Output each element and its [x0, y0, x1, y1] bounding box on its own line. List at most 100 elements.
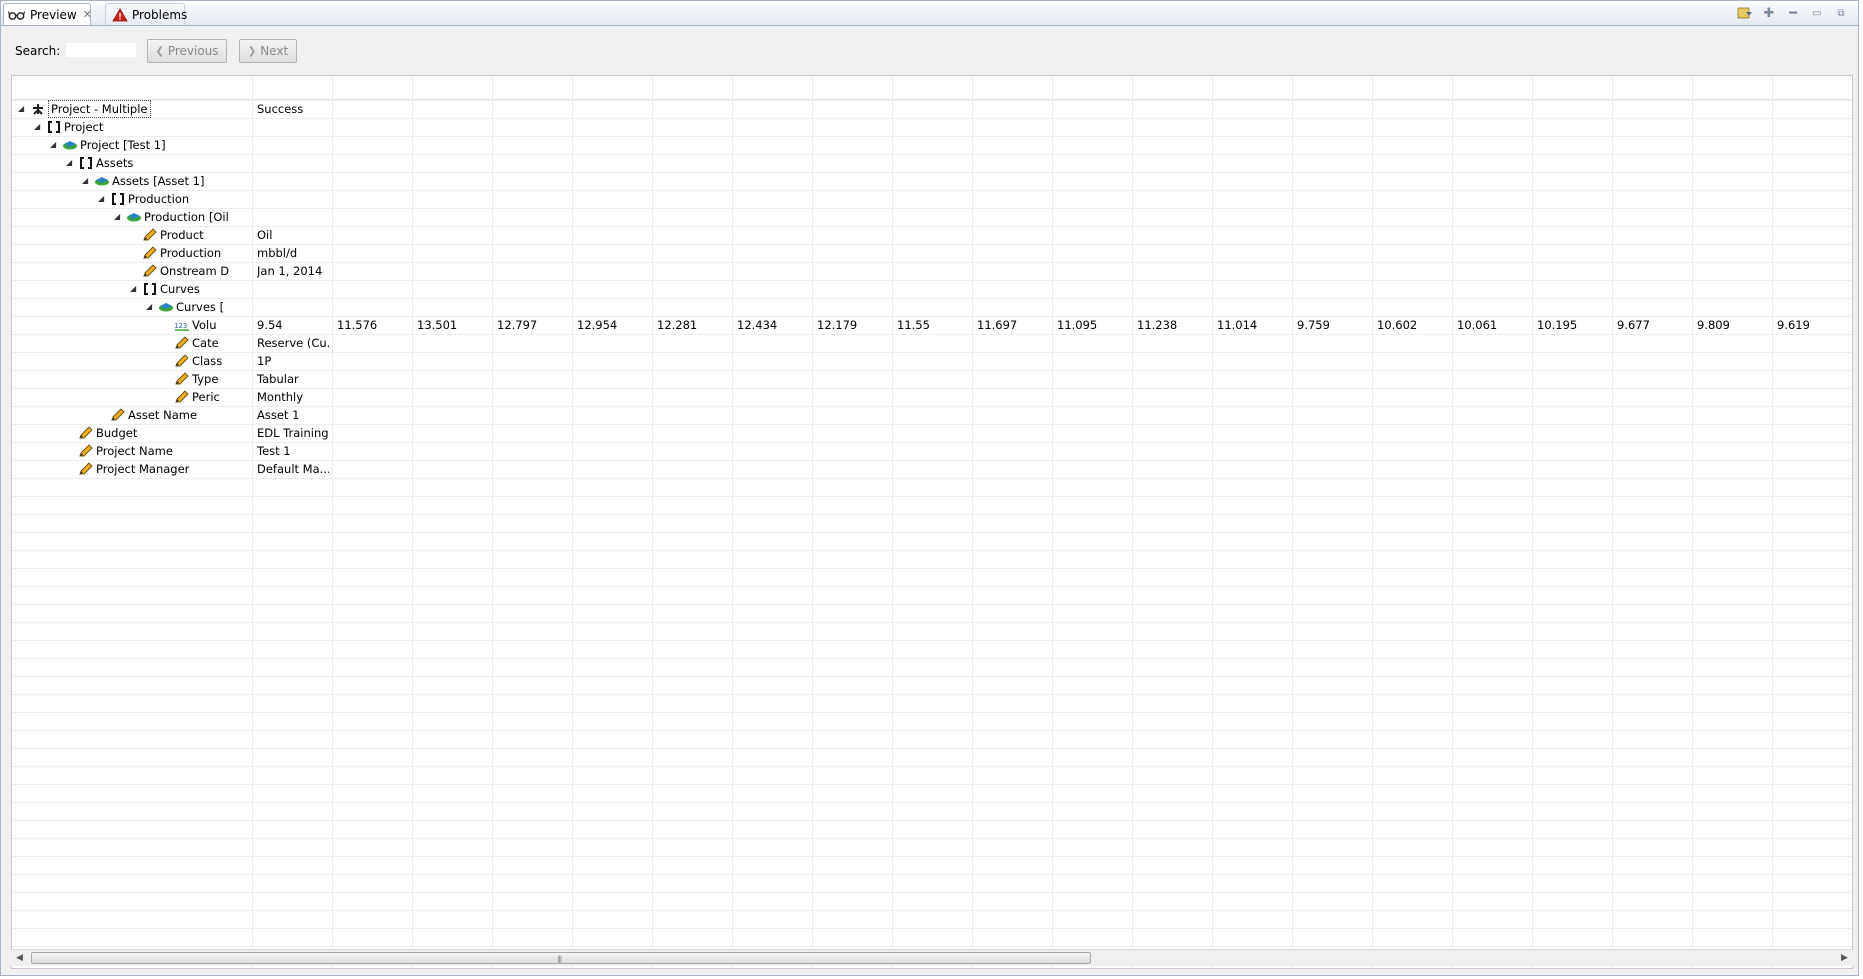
tree-node-label: Curves [	[176, 300, 225, 314]
scrollbar-thumb[interactable]: |||	[31, 952, 1091, 964]
row-divider	[12, 910, 1852, 911]
expand-toggle-icon[interactable]: ◢	[50, 136, 60, 154]
tree-node-label: Asset Name	[128, 408, 198, 422]
row-divider	[12, 496, 1852, 497]
view-menu-icon[interactable]	[1736, 5, 1754, 21]
value-cell	[257, 280, 329, 298]
tree-row[interactable]: Product Oil	[12, 226, 1852, 244]
bracket-icon	[142, 282, 158, 296]
tree-row[interactable]: ◢ Production [Oil	[12, 208, 1852, 226]
expand-toggle-icon[interactable]: ◢	[146, 298, 156, 316]
add-icon[interactable]: ✚	[1760, 5, 1778, 21]
pencil-icon	[174, 354, 190, 368]
tree-cell: ◢ Production [Oil	[12, 208, 251, 226]
tree-row[interactable]: ◢ Production	[12, 190, 1852, 208]
tree-row[interactable]: Class 1P	[12, 352, 1852, 370]
tree-node-label: Peric	[192, 390, 220, 404]
tree-cell: ◢ Curves [	[12, 298, 251, 316]
tree-cell: ◢ Project - Multiple	[12, 100, 251, 118]
expand-toggle-icon[interactable]: ◢	[130, 280, 140, 298]
expand-toggle-icon[interactable]: ◢	[114, 208, 124, 226]
volume-value-cell: 9.809	[1697, 318, 1730, 332]
tab-problems[interactable]: Problems	[105, 3, 187, 25]
row-divider	[12, 874, 1852, 875]
tree-row[interactable]: Project Manager Default Ma...	[12, 460, 1852, 478]
tree-row[interactable]: ◢ Curves	[12, 280, 1852, 298]
row-divider	[12, 604, 1852, 605]
close-icon[interactable]: ✕	[83, 8, 92, 21]
tree-row[interactable]: ◢ Project [Test 1]	[12, 136, 1852, 154]
expand-toggle-icon[interactable]: ◢	[34, 118, 44, 136]
scroll-left-icon[interactable]: ◀	[11, 950, 28, 966]
scroll-right-icon[interactable]: ▶	[1836, 950, 1853, 966]
pencil-icon	[174, 372, 190, 386]
row-divider	[12, 478, 1852, 479]
maximize-icon[interactable]: ⧉	[1832, 5, 1850, 21]
value-cell: 1P	[257, 354, 272, 368]
next-button[interactable]: ❯ Next	[239, 39, 297, 63]
volume-value-cell: 11.697	[977, 318, 1018, 332]
tree-row[interactable]: Onstream D Jan 1, 2014	[12, 262, 1852, 280]
tree-row[interactable]: Asset Name Asset 1	[12, 406, 1852, 424]
bracket-icon	[46, 120, 62, 134]
value-cell: Default Ma...	[257, 462, 329, 476]
expand-toggle-icon[interactable]: ◢	[18, 100, 28, 118]
tree-cell: Project Name	[12, 442, 251, 460]
tree-node-label: Type	[192, 372, 219, 386]
tree-cell: Product	[12, 226, 251, 244]
tree-row[interactable]: ◢ Curves [	[12, 298, 1852, 316]
expand-toggle-icon[interactable]: ◢	[98, 190, 108, 208]
row-divider	[12, 946, 1852, 947]
tree-row[interactable]: Production mbbl/d	[12, 244, 1852, 262]
tree-cell: ◢ Production	[12, 190, 251, 208]
volume-value-cell: 13.501	[417, 318, 458, 332]
green-object-icon	[94, 174, 110, 188]
tree-node-label: Volu	[192, 318, 217, 332]
preview-tree-table[interactable]: ◢ Project - Multiple Success ◢ Project ◢ Proje…	[11, 75, 1853, 969]
tree-row[interactable]: ◢ Assets	[12, 154, 1852, 172]
tree-row[interactable]: 123 Volu 9.54 11.576 13.501 12.797 12.954 12.28…	[12, 316, 1852, 334]
tree-row[interactable]: Project Name Test 1	[12, 442, 1852, 460]
tree-row[interactable]: ◢ Project	[12, 118, 1852, 136]
tree-node-label: Curves	[160, 282, 200, 296]
value-cell	[257, 118, 329, 136]
row-divider	[12, 838, 1852, 839]
value-cell	[257, 190, 329, 208]
row-divider	[12, 568, 1852, 569]
tree-cell: Production	[12, 244, 251, 262]
tree-cell: Asset Name	[12, 406, 251, 424]
expand-toggle-icon[interactable]: ◢	[82, 172, 92, 190]
horizontal-scrollbar[interactable]: ◀ ||| ▶	[11, 949, 1853, 966]
tree-row[interactable]: ◢ Project - Multiple Success	[12, 100, 1852, 118]
value-cell	[257, 298, 329, 316]
search-input[interactable]	[65, 42, 137, 58]
row-divider	[12, 550, 1852, 551]
restore-icon[interactable]: ▭	[1808, 5, 1826, 21]
minimize-icon[interactable]: ━	[1784, 5, 1802, 21]
tree-cell: Onstream D	[12, 262, 251, 280]
previous-button-label: Previous	[167, 44, 219, 58]
grip-icon: |||	[557, 955, 562, 963]
tree-node-label: Project [Test 1]	[80, 138, 166, 152]
pencil-icon	[142, 264, 158, 278]
tab-preview[interactable]: Preview ✕	[3, 3, 92, 25]
expand-toggle-icon[interactable]: ◢	[66, 154, 76, 172]
green-object-icon	[126, 210, 142, 224]
warning-icon	[112, 7, 128, 22]
tree-node-label: Onstream D	[160, 264, 230, 278]
tree-row[interactable]: Peric Monthly	[12, 388, 1852, 406]
row-divider	[12, 892, 1852, 893]
table-header	[12, 76, 1852, 100]
tree-row[interactable]: Type Tabular	[12, 370, 1852, 388]
tree-row[interactable]: Cate Reserve (Cu...	[12, 334, 1852, 352]
tree-node-label: Project Name	[96, 444, 173, 458]
value-cell: Test 1	[257, 444, 291, 458]
volume-value-cell: 11.55	[897, 318, 930, 332]
tree-row[interactable]: ◢ Assets [Asset 1]	[12, 172, 1852, 190]
tree-row[interactable]: Budget EDL Training	[12, 424, 1852, 442]
tree-node-label: Production [Oil	[144, 210, 229, 224]
tree-cell: Peric	[12, 388, 251, 406]
previous-button[interactable]: ❮ Previous	[147, 39, 227, 63]
volume-value-cell: 10.061	[1457, 318, 1498, 332]
value-cell: Jan 1, 2014	[257, 264, 323, 278]
